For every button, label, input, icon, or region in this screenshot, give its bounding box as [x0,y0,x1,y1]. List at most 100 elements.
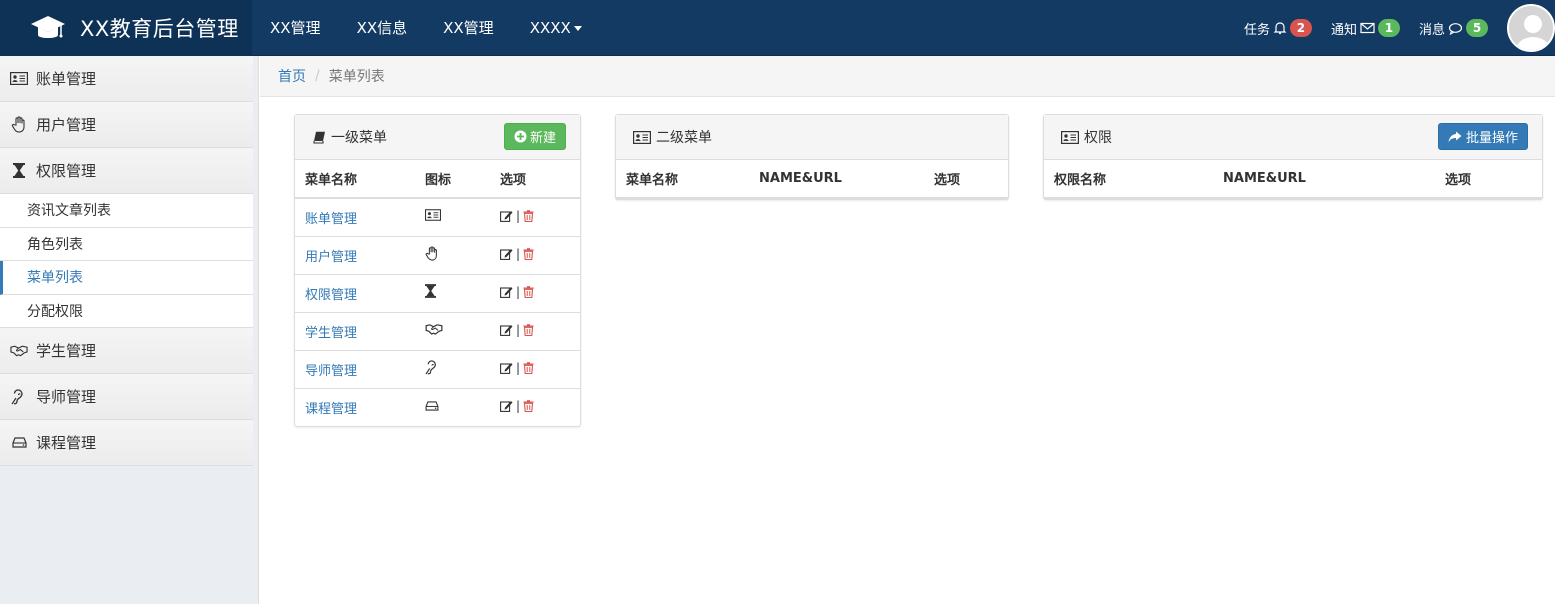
table-row: 学生管理 | [295,311,580,350]
trash-icon[interactable] [523,323,534,336]
edit-icon[interactable] [500,248,513,260]
new-menu-button[interactable]: 新建 [503,123,566,150]
table-header-row: 权限名称 NAME&URL 选项 [1044,160,1542,199]
ear-icon [10,388,28,405]
topnav-item-xx-manage-2[interactable]: XX管理 [425,0,512,56]
avatar[interactable] [1507,4,1555,52]
action-separator: | [516,208,521,223]
messages-link[interactable]: 消息 5 [1419,19,1488,38]
cell-menu-name: 权限管理 [295,273,415,312]
panel-secondary-menus: 二级菜单 菜单名称 NAME&URL 选项 [615,114,1009,200]
plus-circle-icon [514,130,527,143]
breadcrumb-separator: / [315,68,320,84]
sidebar-item-users[interactable]: 用户管理 [0,102,253,148]
panel-heading: 二级菜单 [616,115,1008,160]
column-header-options: 选项 [924,160,1008,199]
menu-name-link[interactable]: 课程管理 [305,402,357,417]
permissions-table: 权限名称 NAME&URL 选项 [1044,160,1542,199]
topnav-dropdown-xxxx[interactable]: XXXX [512,0,600,56]
row-actions: | [500,323,534,337]
sidebar-item-label: 权限管理 [36,162,97,180]
edit-icon[interactable] [500,362,513,374]
batch-button-label: 批量操作 [1465,131,1518,146]
topnav-item-xx-manage-1[interactable]: XX管理 [252,0,339,56]
table-header-row: 菜单名称 NAME&URL 选项 [616,160,1008,199]
trash-icon[interactable] [523,247,534,260]
panel-title: 权限 [1084,130,1112,146]
topnav-label: XX信息 [356,19,408,37]
menu-name-link[interactable]: 学生管理 [305,326,357,341]
messages-label: 消息 [1418,22,1445,38]
drive-icon [425,401,439,411]
cell-icon [415,197,490,236]
sidebar-subitem-label: 菜单列表 [27,270,83,287]
sidebar-item-label: 用户管理 [36,116,97,134]
cell-icon [415,311,490,350]
tasks-link[interactable]: 任务 2 [1244,19,1312,38]
edit-icon[interactable] [500,286,513,298]
sidebar-subitem-articles[interactable]: 资讯文章列表 [0,194,253,228]
cell-icon [415,235,490,274]
top-nav: XX管理 XX信息 XX管理 XXXX [252,0,600,56]
sidebar-item-students[interactable]: 学生管理 [0,328,253,374]
action-separator: | [516,360,521,375]
menu-name-link[interactable]: 导师管理 [305,364,357,379]
hourglass-icon [425,284,436,298]
id-card-icon [425,209,441,222]
edit-icon[interactable] [500,324,513,336]
column-header-name-url: NAME&URL [1213,160,1435,199]
column-header-permission-name: 权限名称 [1044,160,1213,199]
cell-options: | [490,273,580,312]
batch-operation-button[interactable]: 批量操作 [1437,123,1528,150]
envelope-icon [1360,22,1375,34]
sidebar-item-billing[interactable]: 账单管理 [0,56,253,102]
topnav-item-xx-info[interactable]: XX信息 [339,0,426,56]
tasks-label: 任务 [1243,22,1270,38]
cell-options: | [490,311,580,350]
brand-title: XX教育后台管理 [80,17,239,41]
caret-down-icon [573,25,582,31]
secondary-menu-table: 菜单名称 NAME&URL 选项 [616,160,1008,199]
edit-icon[interactable] [500,400,513,412]
table-row: 权限管理 | [295,273,580,312]
panel-primary-menus: 一级菜单 新建 菜单名称 图标 选项 账单管理 | 用户管理 | 权限管理 | 学生管理 | 导… [294,114,581,427]
column-header-menu-name: 菜单名称 [295,160,415,199]
notices-link[interactable]: 通知 1 [1331,19,1400,38]
panel-title: 二级菜单 [656,130,712,146]
menu-name-link[interactable]: 账单管理 [305,212,357,227]
sidebar-item-label: 课程管理 [36,434,97,452]
primary-menu-table: 菜单名称 图标 选项 账单管理 | 用户管理 | 权限管理 | 学生管理 | 导师管理 | 课程管理… [295,160,580,426]
action-separator: | [516,246,521,261]
breadcrumb-home-link[interactable]: 首页 [278,66,306,86]
sidebar-subitem-roles[interactable]: 角色列表 [0,227,253,261]
sidebar-subitem-assign-permissions[interactable]: 分配权限 [0,294,253,328]
sidebar-item-label: 学生管理 [36,342,97,360]
cell-options: | [490,197,580,236]
cell-icon [415,273,490,312]
brand[interactable]: XX教育后台管理 [0,0,252,56]
book-icon [313,131,326,144]
sidebar-item-tutors[interactable]: 导师管理 [0,374,253,420]
primary-menu-rows: 账单管理 | 用户管理 | 权限管理 | 学生管理 | 导师管理 | 课程管理 | [295,197,580,426]
menu-name-link[interactable]: 权限管理 [305,288,357,303]
edit-icon[interactable] [500,210,513,222]
action-separator: | [516,322,521,337]
cell-menu-name: 课程管理 [295,387,415,426]
user-avatar-icon [1509,6,1553,50]
sidebar-subitem-label: 资讯文章列表 [27,203,111,220]
sidebar-item-permissions[interactable]: 权限管理 [0,148,253,194]
table-row: 用户管理 | [295,235,580,274]
top-right-menu: 任务 2 通知 1 消息 5 [1244,0,1555,56]
sidebar-subitem-menus[interactable]: 菜单列表 [0,261,253,295]
trash-icon[interactable] [523,399,534,412]
sidebar-item-courses[interactable]: 课程管理 [0,420,253,466]
menu-name-link[interactable]: 用户管理 [305,250,357,265]
sidebar-subitem-label: 角色列表 [27,236,83,253]
trash-icon[interactable] [523,285,534,298]
topnav-label: XX管理 [270,19,321,37]
cell-options: | [490,235,580,274]
trash-icon[interactable] [523,209,534,222]
trash-icon[interactable] [523,361,534,374]
row-actions: | [500,285,534,299]
cell-options: | [490,387,580,426]
